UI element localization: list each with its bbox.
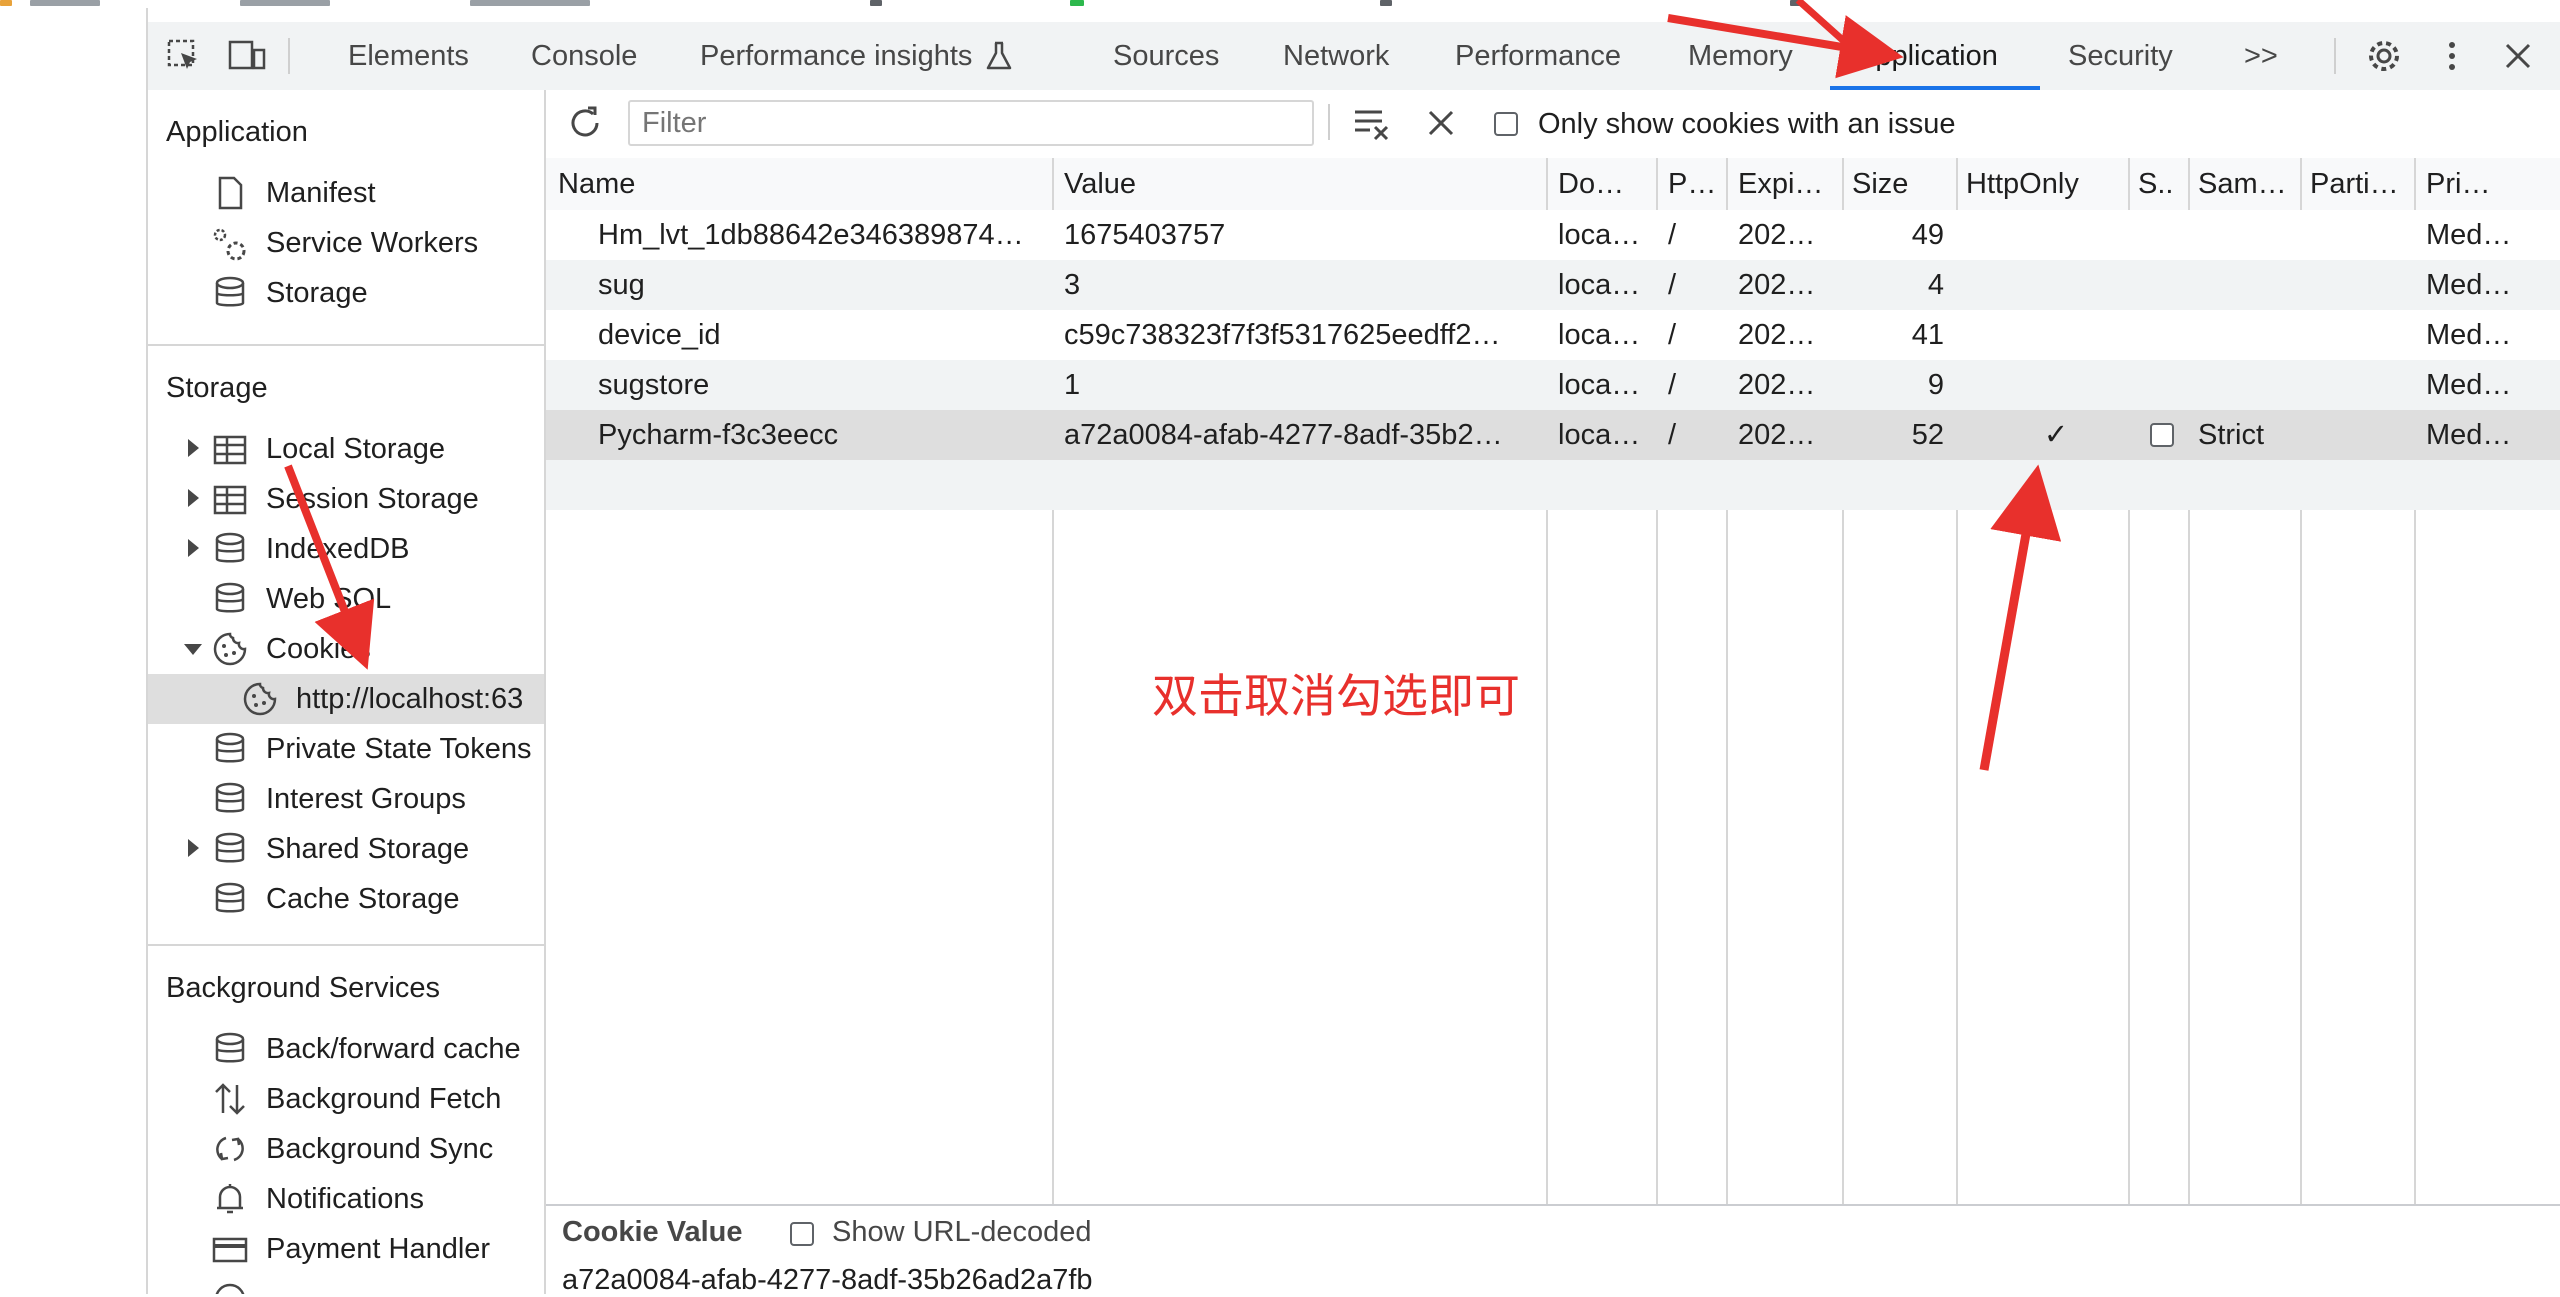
cookie-value-text[interactable]: a72a0084-afab-4277-8adf-35b26ad2a7fb — [562, 1264, 1093, 1297]
cookie-value-panel: Cookie Value Show URL-decoded a72a0084-a… — [546, 1204, 2560, 1296]
show-url-decoded-label: Show URL-decoded — [832, 1216, 1092, 1248]
cookie-value-title: Cookie Value — [562, 1216, 743, 1248]
annotation-arrows — [284, 0, 2062, 771]
arrow-to-httponly — [1979, 464, 2062, 771]
arrow-to-cookies — [284, 464, 375, 670]
show-url-decoded-checkbox[interactable] — [790, 1222, 814, 1246]
annotation-instruction-text: 双击取消勾选即可 — [1152, 669, 1520, 723]
